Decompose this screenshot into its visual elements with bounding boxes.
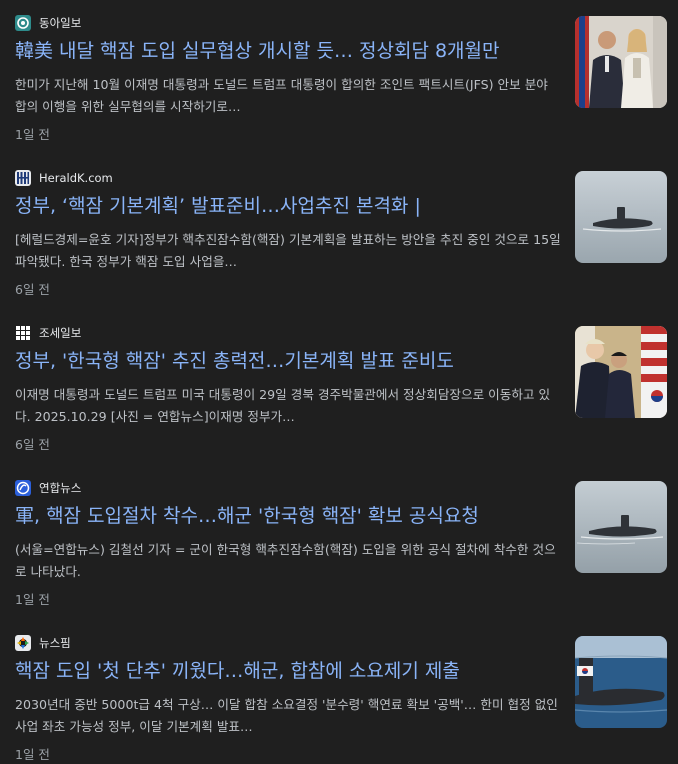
article-thumbnail[interactable] <box>575 326 667 418</box>
source-row: 연합뉴스 <box>15 480 81 496</box>
source-row: HeraldK.com <box>15 170 113 186</box>
article-age: 1일 전 <box>15 127 50 142</box>
article-headline[interactable]: 韓美 내달 핵잠 도입 실무협상 개시할 듯… 정상회담 8개월만 <box>15 38 560 64</box>
article-age: 1일 전 <box>15 592 50 607</box>
source-row: 뉴스핌 <box>15 635 71 651</box>
news-article[interactable]: 동아일보 韓美 내달 핵잠 도입 실무협상 개시할 듯… 정상회담 8개월만 한… <box>0 0 678 150</box>
news-article[interactable]: 조세일보 정부, '한국형 핵잠' 추진 총력전…기본계획 발표 준비도 이재명… <box>0 310 678 460</box>
heraldk-logo-icon <box>15 170 31 186</box>
article-snippet: 한미가 지난해 10월 이재명 대통령과 도널드 트럼프 대통령이 합의한 조인… <box>15 77 548 114</box>
article-age: 1일 전 <box>15 747 50 762</box>
news-article[interactable]: HeraldK.com 정부, ‘핵잠 기본계획’ 발표준비…사업추진 본격화 … <box>0 155 678 305</box>
source-row: 동아일보 <box>15 15 81 31</box>
article-headline[interactable]: 핵잠 도입 '첫 단추' 끼웠다…해군, 합참에 소요제기 제출 <box>15 658 560 684</box>
news-article[interactable]: 연합뉴스 軍, 핵잠 도입절차 착수…해군 '한국형 핵잠' 확보 공식요청 (… <box>0 465 678 615</box>
article-snippet: 이재명 대통령과 도널드 트럼프 미국 대통령이 29일 경북 경주박물관에서 … <box>15 387 551 424</box>
source-name: 연합뉴스 <box>39 481 82 495</box>
article-age: 6일 전 <box>15 282 50 297</box>
article-snippet: [헤럴드경제=윤호 기자]정부가 핵추진잠수함(핵잠) 기본계획을 발표하는 방… <box>15 232 561 269</box>
news-feed: 동아일보 韓美 내달 핵잠 도입 실무협상 개시할 듯… 정상회담 8개월만 한… <box>0 0 678 764</box>
source-row: 조세일보 <box>15 325 81 341</box>
article-headline[interactable]: 軍, 핵잠 도입절차 착수…해군 '한국형 핵잠' 확보 공식요청 <box>15 503 560 529</box>
article-snippet: 2030년대 중반 5000t급 4척 구상… 이달 합참 소요결정 '분수령'… <box>15 697 558 734</box>
source-name: 뉴스핌 <box>39 636 71 650</box>
article-snippet: (서울=연합뉴스) 김철선 기자 = 군이 한국형 핵추진잠수함(핵잠) 도입을… <box>15 542 556 579</box>
yonhap-logo-icon <box>15 480 31 496</box>
news-article[interactable]: 뉴스핌 핵잠 도입 '첫 단추' 끼웠다…해군, 합참에 소요제기 제출 203… <box>0 620 678 764</box>
joseilbo-logo-icon <box>15 325 31 341</box>
newspim-logo-icon <box>15 635 31 651</box>
article-age: 6일 전 <box>15 437 50 452</box>
source-name: HeraldK.com <box>39 171 113 185</box>
article-headline[interactable]: 정부, ‘핵잠 기본계획’ 발표준비…사업추진 본격화 | <box>15 193 560 219</box>
article-thumbnail[interactable] <box>575 636 667 728</box>
article-thumbnail[interactable] <box>575 16 667 108</box>
article-thumbnail[interactable] <box>575 171 667 263</box>
article-thumbnail[interactable] <box>575 481 667 573</box>
source-name: 조세일보 <box>39 326 82 340</box>
article-headline[interactable]: 정부, '한국형 핵잠' 추진 총력전…기본계획 발표 준비도 <box>15 348 560 374</box>
donga-logo-icon <box>15 15 31 31</box>
source-name: 동아일보 <box>39 16 82 30</box>
